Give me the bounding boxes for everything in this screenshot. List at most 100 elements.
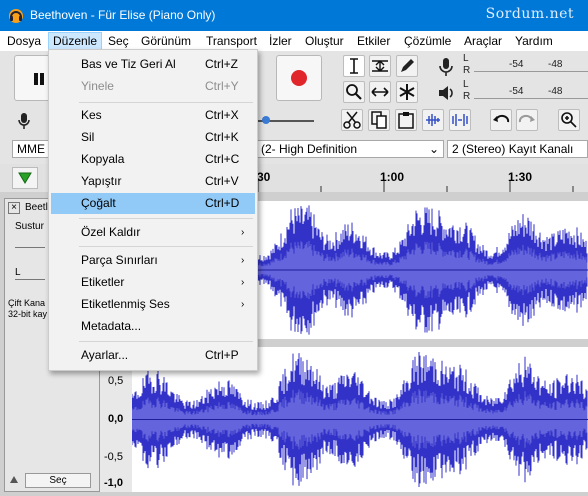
record-button[interactable] <box>276 55 322 101</box>
menu-item-undo[interactable]: Bas ve Tiz Geri Al Ctrl+Z <box>51 54 255 75</box>
audacity-app-icon <box>9 9 23 23</box>
menu-item-labels[interactable]: Etiketler › <box>51 272 255 293</box>
edit-dropdown-menu: Bas ve Tiz Geri Al Ctrl+Z Yinele Ctrl+Y … <box>48 49 258 371</box>
timeshift-tool-button[interactable] <box>369 81 391 103</box>
menu-item-label: Kes <box>81 108 102 122</box>
gain-slider[interactable] <box>15 247 45 248</box>
slider-thumb[interactable] <box>262 116 270 124</box>
recording-device-value: (2- High Definition <box>261 142 358 156</box>
track-name[interactable]: Beetl <box>25 202 48 213</box>
menu-item-label: Yinele <box>81 79 114 93</box>
silence-button[interactable] <box>449 109 471 131</box>
selection-tool-button[interactable] <box>343 55 365 77</box>
ruler-label: 1:30 <box>508 170 533 184</box>
zoom-in-button[interactable] <box>558 109 580 131</box>
amplitude-label: 0,5 <box>108 375 124 387</box>
zoom-tool-button[interactable] <box>343 81 365 103</box>
meter-right-label: R <box>463 91 471 102</box>
meter-left-label: L <box>463 79 469 90</box>
menu-item-redo[interactable]: Yinele Ctrl+Y <box>51 76 255 97</box>
mute-button[interactable]: Sustur <box>15 221 44 232</box>
menu-select[interactable]: Seç <box>104 33 133 49</box>
menu-item-preferences[interactable]: Ayarlar... Ctrl+P <box>51 345 255 366</box>
envelope-icon <box>372 60 388 72</box>
redo-button[interactable] <box>516 109 538 131</box>
speaker-icon[interactable] <box>436 82 456 107</box>
close-track-button[interactable]: × <box>8 202 20 214</box>
submenu-arrow-icon: › <box>241 255 245 266</box>
submenu-arrow-icon: › <box>241 227 245 238</box>
menu-item-label: Bas ve Tiz Geri Al <box>81 57 176 71</box>
record-icon <box>291 70 307 86</box>
microphone-icon[interactable] <box>436 56 456 81</box>
paste-button[interactable] <box>395 109 417 131</box>
undo-icon <box>493 114 510 123</box>
play-triangle-icon <box>18 172 32 184</box>
menu-item-label: Yapıştır <box>81 174 122 188</box>
menu-item-label: Etiketlenmiş Ses <box>81 297 170 311</box>
copy-button[interactable] <box>368 109 390 131</box>
menu-item-clip-boundaries[interactable]: Parça Sınırları › <box>51 250 255 271</box>
menu-item-cut[interactable]: Kes Ctrl+X <box>51 105 255 126</box>
meter-divider <box>474 98 588 99</box>
menu-tracks[interactable]: İzler <box>265 33 296 49</box>
menu-item-shortcut: Ctrl+P <box>205 348 239 362</box>
audio-host-select[interactable]: MME <box>12 140 52 158</box>
menu-item-label: Etiketler <box>81 275 125 289</box>
menu-item-label: Kopyala <box>81 152 125 166</box>
copy-icon <box>371 111 387 129</box>
zoom-in-icon <box>561 112 577 128</box>
menu-transport[interactable]: Transport <box>202 33 261 49</box>
menu-item-copy[interactable]: Kopyala Ctrl+C <box>51 149 255 170</box>
track-info-format: 32-bit kay <box>8 309 48 319</box>
multi-tool-button[interactable] <box>396 81 418 103</box>
menu-tools[interactable]: Araçlar <box>460 33 506 49</box>
menu-item-delete[interactable]: Sil Ctrl+K <box>51 127 255 148</box>
menu-item-shortcut: Ctrl+V <box>205 174 239 188</box>
menu-item-duplicate[interactable]: Çoğalt Ctrl+D <box>51 193 255 214</box>
draw-tool-button[interactable] <box>396 55 418 77</box>
submenu-arrow-icon: › <box>241 277 245 288</box>
trim-audio-icon <box>426 114 440 126</box>
menu-item-label: Sil <box>81 130 95 144</box>
menu-item-remove-special[interactable]: Özel Kaldır › <box>51 222 255 243</box>
select-track-button[interactable]: Seç <box>25 473 91 488</box>
meter-tick: -48 <box>548 86 563 97</box>
trim-button[interactable] <box>422 109 444 131</box>
menu-edit[interactable]: Düzenle <box>48 32 103 50</box>
menu-analyze[interactable]: Çözümle <box>400 33 455 49</box>
meter-right-label: R <box>463 65 471 76</box>
amplitude-label: -0,5 <box>104 451 123 463</box>
menu-item-label: Ayarlar... <box>81 348 129 362</box>
menu-item-labeled-audio[interactable]: Etiketlenmiş Ses › <box>51 294 255 315</box>
track-info-channels: Çift Kana <box>8 298 46 308</box>
menu-view[interactable]: Görünüm <box>137 33 195 49</box>
undo-button[interactable] <box>490 109 512 131</box>
cut-button[interactable] <box>341 109 363 131</box>
pan-label: L <box>15 267 21 278</box>
ruler-label: 30 <box>257 170 271 184</box>
pencil-icon <box>401 59 414 72</box>
meter-left-label: L <box>463 53 469 64</box>
menu-effects[interactable]: Etkiler <box>353 33 394 49</box>
menu-item-shortcut: Ctrl+Y <box>205 79 239 93</box>
pan-slider[interactable] <box>15 279 45 280</box>
menu-separator <box>79 341 253 342</box>
silence-audio-icon <box>452 114 468 126</box>
play-at-speed-button[interactable] <box>12 167 38 189</box>
recording-device-select[interactable]: (2- High Definition ⌄ <box>256 140 444 158</box>
menu-item-label: Metadata... <box>81 319 142 333</box>
menu-item-shortcut: Ctrl+D <box>205 196 240 210</box>
menu-generate[interactable]: Oluştur <box>301 33 348 49</box>
recording-channels-select[interactable]: 2 (Stereo) Kayıt Kanalı <box>447 140 588 158</box>
menu-file[interactable]: Dosya <box>3 33 45 49</box>
menu-item-metadata[interactable]: Metadata... <box>51 316 255 337</box>
ibeam-icon <box>350 58 358 74</box>
envelope-tool-button[interactable] <box>369 55 391 77</box>
menu-separator <box>79 102 253 103</box>
menu-help[interactable]: Yardım <box>511 33 557 49</box>
collapse-icon[interactable] <box>8 473 20 485</box>
menu-item-paste[interactable]: Yapıştır Ctrl+V <box>51 171 255 192</box>
menu-bar: Dosya Düzenle Seç Görünüm Transport İzle… <box>0 31 588 51</box>
asterisk-icon <box>399 84 415 100</box>
